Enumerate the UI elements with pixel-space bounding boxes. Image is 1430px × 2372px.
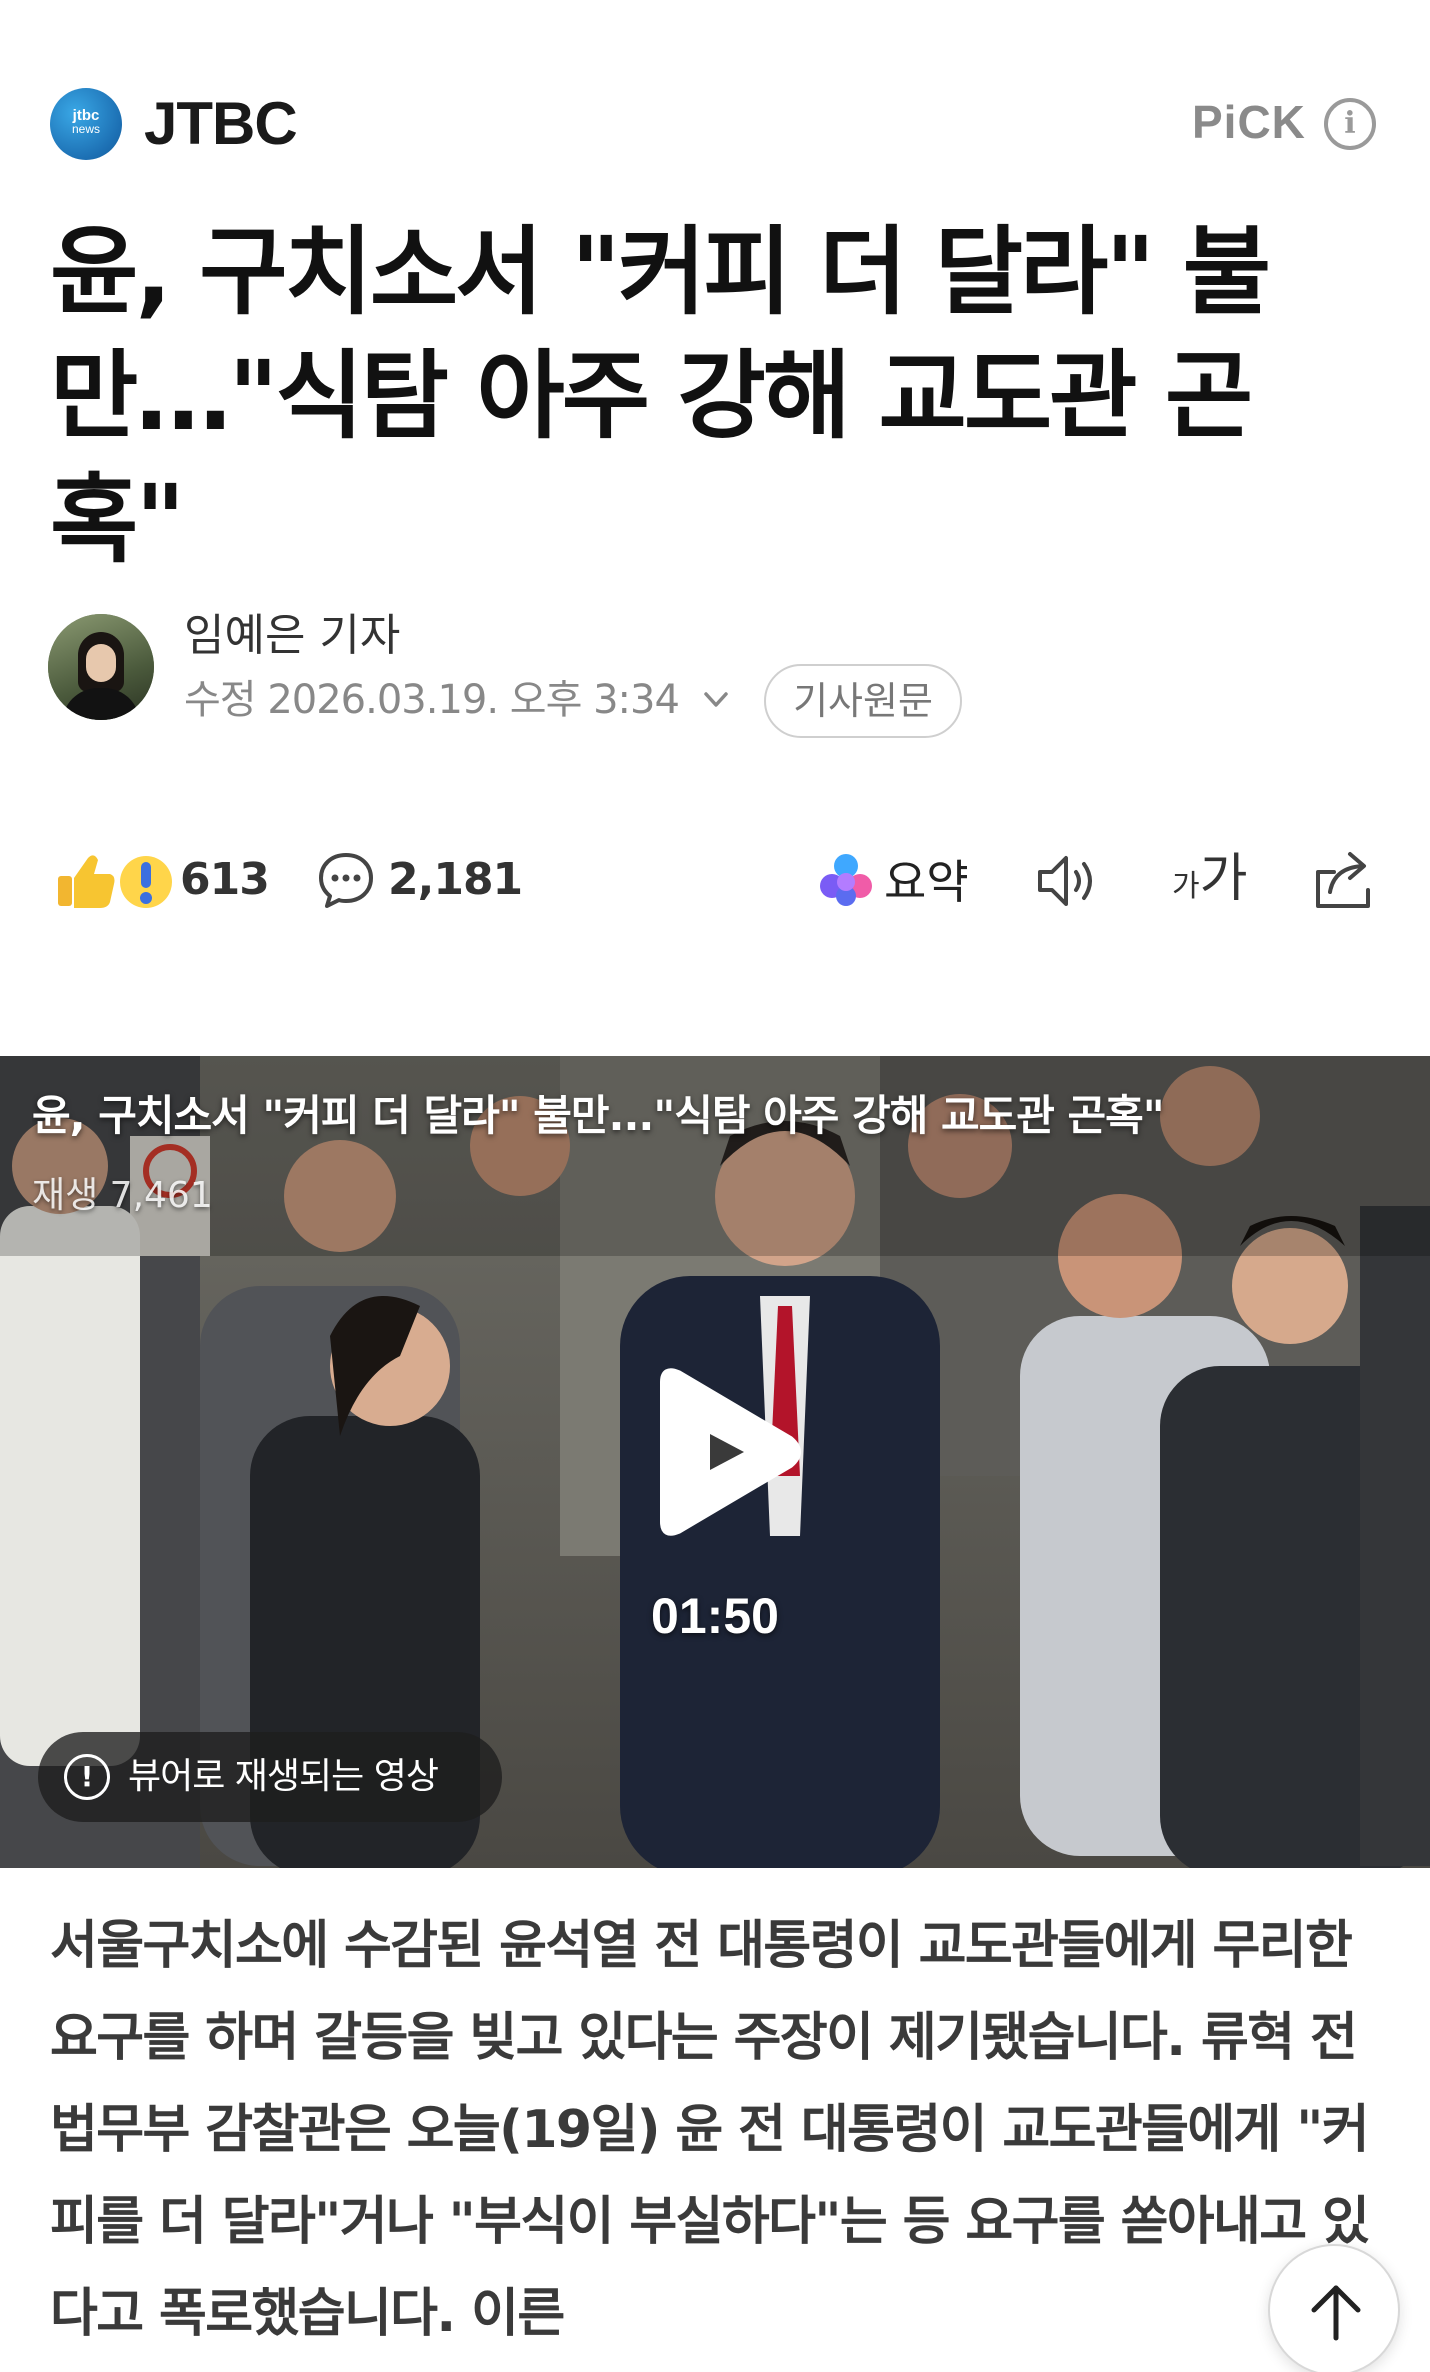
article-body: 서울구치소에 수감된 윤석열 전 대통령이 교도관들에게 무리한 요구를 하며 … <box>50 1916 1370 2344</box>
summary-icon[interactable] <box>818 852 874 908</box>
video-player[interactable]: 윤, 구치소서 "커피 더 달라" 불만..."식탐 아주 강해 교도관 곤혹"… <box>0 1056 1430 1868</box>
comment-count[interactable]: 2,181 <box>388 852 523 908</box>
viewer-notice[interactable]: ! 뷰어로 재생되는 영상 <box>38 1732 502 1822</box>
arrow-up-icon <box>1311 2285 1361 2341</box>
font-small-label: 가 <box>1172 869 1200 904</box>
article-title: 윤, 구치소서 "커피 더 달라" 불만…"식탐 아주 강해 교도관 곤혹" <box>50 216 1271 576</box>
chevron-down-icon[interactable] <box>696 680 736 720</box>
press-logo[interactable]: jtbc news <box>50 88 122 160</box>
video-views: 재생 7,461 <box>32 1175 213 1216</box>
viewer-notice-text: 뷰어로 재생되는 영상 <box>128 1756 439 1797</box>
speaker-icon[interactable] <box>1034 850 1100 912</box>
info-icon[interactable]: i <box>1324 98 1376 150</box>
font-big-label: 가 <box>1199 849 1248 909</box>
press-name[interactable]: JTBC <box>144 88 298 160</box>
reporter-name[interactable]: 임예은 기자 <box>184 606 400 666</box>
reaction-icon[interactable] <box>54 848 174 912</box>
play-icon[interactable] <box>640 1362 810 1542</box>
summary-label[interactable]: 요약 <box>884 854 969 910</box>
video-title: 윤, 구치소서 "커피 더 달라" 불만..."식탐 아주 강해 교도관 곤혹" <box>32 1091 1165 1140</box>
reporter-avatar[interactable] <box>48 614 154 720</box>
article-date: 수정 2026.03.19. 오후 3:34 <box>184 677 680 723</box>
original-article-button[interactable]: 기사원문 <box>764 664 962 738</box>
video-duration: 01:50 <box>651 1588 779 1644</box>
reaction-count[interactable]: 613 <box>180 852 270 908</box>
comment-icon[interactable] <box>316 850 376 910</box>
font-size-button[interactable]: 가가 <box>1172 846 1262 912</box>
article-header: jtbc news JTBC PiCK i <box>0 0 1430 190</box>
logo-subtext: news <box>71 122 100 136</box>
pick-label[interactable]: PiCK <box>1192 92 1306 152</box>
scroll-to-top-button[interactable] <box>1268 2244 1400 2372</box>
share-icon[interactable] <box>1310 848 1376 912</box>
alert-icon: ! <box>64 1754 110 1800</box>
